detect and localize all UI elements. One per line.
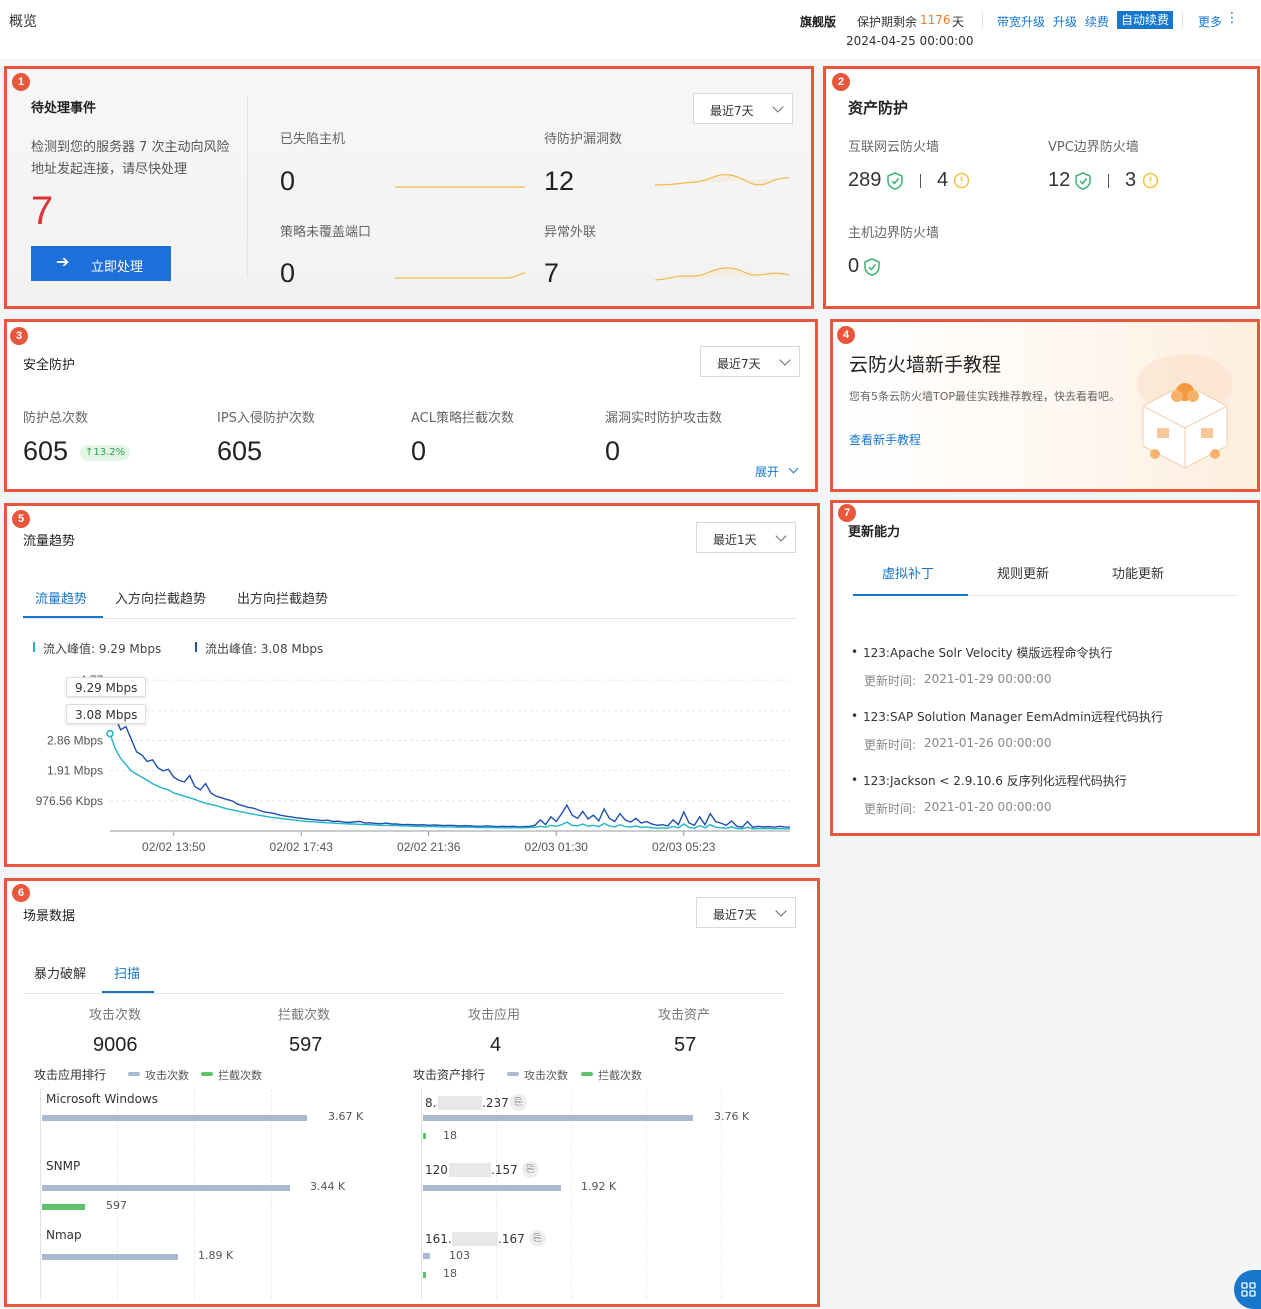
protect-suffix: 天	[952, 15, 965, 29]
page-header: 概览 旗舰版 保护期剩余 1176 天 2024-04-25 00:00:00 …	[0, 0, 1261, 60]
bandwidth-upgrade-link[interactable]: 带宽升级	[997, 13, 1045, 30]
more-menu[interactable]: 更多	[1198, 13, 1222, 30]
protect-days: 1176	[920, 13, 951, 27]
header-divider	[982, 12, 983, 28]
grid-icon	[1241, 1282, 1256, 1297]
auto-renew-button[interactable]: 自动续费	[1117, 11, 1174, 29]
page-title: 概览	[9, 14, 37, 30]
section-badge-5: 5	[12, 510, 30, 528]
more-dots-icon: ⋮	[1225, 10, 1239, 26]
section-badge-3: 3	[10, 327, 28, 345]
section-4-frame	[830, 319, 1260, 492]
section-2-frame	[823, 66, 1260, 309]
section-3-frame	[4, 319, 818, 492]
protect-prefix: 保护期剩余	[857, 15, 918, 29]
edition-label: 旗舰版	[800, 15, 837, 29]
expire-date: 2024-04-25 00:00:00	[846, 34, 974, 48]
section-badge-7: 7	[838, 504, 856, 522]
section-badge-4: 4	[837, 326, 855, 344]
section-6-frame	[4, 878, 820, 1307]
section-badge-6: 6	[12, 884, 30, 902]
section-badge-2: 2	[832, 73, 850, 91]
renew-link[interactable]: 续费	[1085, 13, 1109, 30]
section-7-frame	[830, 500, 1260, 836]
section-5-frame	[4, 503, 820, 867]
upgrade-link[interactable]: 升级	[1053, 13, 1077, 30]
header-divider-2	[1182, 12, 1183, 28]
section-1-frame	[4, 66, 814, 309]
app-grid-button[interactable]	[1234, 1270, 1261, 1309]
section-badge-1: 1	[12, 73, 30, 91]
